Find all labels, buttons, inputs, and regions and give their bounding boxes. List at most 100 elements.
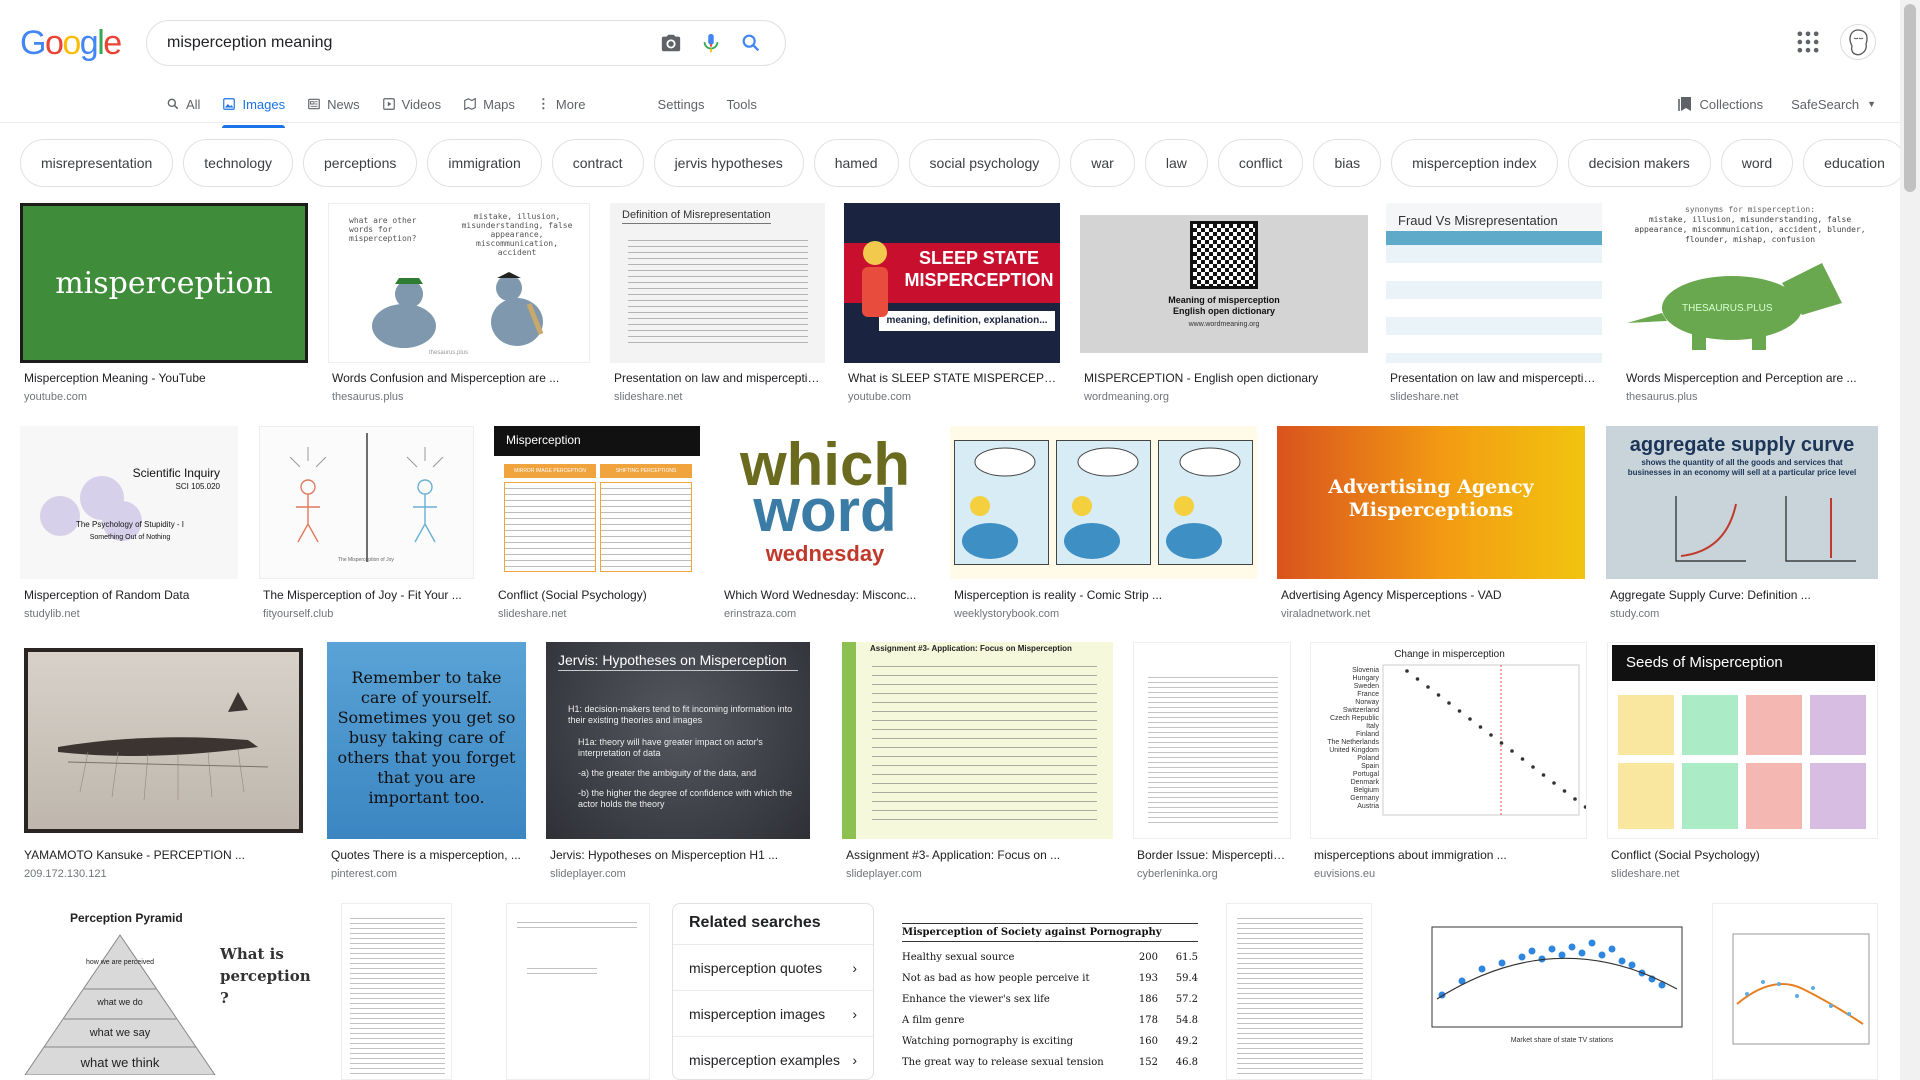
tab-images[interactable]: Images bbox=[222, 86, 285, 128]
camera-icon[interactable] bbox=[651, 23, 691, 63]
apps-grid-icon[interactable] bbox=[1794, 28, 1822, 56]
image-result[interactable]: aggregate supply curve shows the quantit… bbox=[1606, 426, 1878, 622]
filter-chips: misrepresentation technology perceptions… bbox=[20, 139, 1900, 187]
image-result[interactable]: Fraud Vs Misrepresentation Presentation … bbox=[1386, 203, 1602, 403]
chip[interactable]: education bbox=[1803, 139, 1900, 187]
account-avatar[interactable] bbox=[1840, 24, 1876, 60]
country-dot bbox=[1541, 773, 1546, 777]
image-result[interactable]: which word wednesday Which Word Wednesda… bbox=[720, 426, 930, 622]
image-result[interactable] bbox=[1226, 903, 1372, 1080]
country-dot bbox=[1447, 701, 1451, 705]
related-search-item[interactable]: misperception images › bbox=[673, 990, 873, 1036]
image-result[interactable]: Definition of Misrepresentation Presenta… bbox=[610, 203, 825, 403]
settings-link[interactable]: Settings bbox=[658, 86, 705, 122]
image-result[interactable]: Market share of state TV stations bbox=[1392, 903, 1692, 1080]
related-search-item[interactable]: misperception quotes › bbox=[673, 944, 873, 990]
search-box bbox=[146, 20, 786, 66]
result-source: slideshare.net bbox=[614, 391, 683, 403]
chip[interactable]: word bbox=[1720, 139, 1794, 187]
result-source: cyberleninka.org bbox=[1137, 868, 1218, 880]
scrollbar-thumb[interactable] bbox=[1904, 4, 1916, 192]
scatter-point bbox=[1568, 943, 1576, 951]
tab-label: More bbox=[555, 96, 586, 112]
chip[interactable]: perceptions bbox=[303, 139, 418, 187]
image-result[interactable]: Seeds of Misperception Conflict (Social … bbox=[1607, 642, 1878, 882]
result-caption: Conflict (Social Psychology) bbox=[1611, 848, 1760, 862]
image-result[interactable]: Misperception MIRROR IMAGE PERCEPTION SH… bbox=[494, 426, 700, 622]
image-result[interactable]: Meaning of misperception English open di… bbox=[1080, 203, 1368, 403]
image-result[interactable]: Change in misperception Slovenia Hungary S… bbox=[1310, 642, 1587, 882]
thumbnail-text: What is perception ? bbox=[220, 945, 311, 1007]
image-result[interactable]: Advertising Agency Misperceptions Advert… bbox=[1277, 426, 1585, 622]
chip[interactable]: misrepresentation bbox=[20, 139, 174, 187]
image-result[interactable]: SLEEP STATE MISPERCEPTION meaning, defin… bbox=[844, 203, 1060, 403]
search-icon[interactable] bbox=[731, 23, 771, 63]
colored-box bbox=[1682, 695, 1738, 755]
tab-videos[interactable]: Videos bbox=[382, 86, 442, 122]
collections-button[interactable]: Collections bbox=[1677, 96, 1763, 112]
chip[interactable]: technology bbox=[183, 139, 293, 187]
image-result[interactable]: Jervis: Hypotheses on Misperception H1: … bbox=[546, 642, 810, 882]
table-cell: 46.8 bbox=[1175, 1057, 1198, 1068]
safesearch-dropdown[interactable]: SafeSearch ▼ bbox=[1791, 97, 1876, 112]
search-input[interactable] bbox=[167, 34, 651, 52]
thumbnail-text: Seeds of Misperception bbox=[1612, 645, 1875, 681]
chip[interactable]: social psychology bbox=[908, 139, 1061, 187]
scatter-chart bbox=[1431, 926, 1683, 1028]
pyramid-level: what we say bbox=[89, 1027, 151, 1039]
image-result[interactable]: Misperception of Society against Pornogr… bbox=[894, 903, 1206, 1080]
thumbnail-text: MIRROR IMAGE PERCEPTION bbox=[504, 464, 596, 478]
chip[interactable]: hamed bbox=[813, 139, 899, 187]
result-thumbnail: aggregate supply curve shows the quantit… bbox=[1606, 426, 1878, 579]
tab-news[interactable]: News bbox=[307, 86, 360, 122]
image-result[interactable]: YAMAMOTO Kansuke - PERCEPTION ... 209.17… bbox=[20, 642, 307, 882]
result-thumbnail: SLEEP STATE MISPERCEPTION meaning, defin… bbox=[844, 203, 1060, 363]
image-result[interactable]: Scientific Inquiry SCI 105.020 The Psych… bbox=[20, 426, 238, 622]
chip[interactable]: jervis hypotheses bbox=[653, 139, 804, 187]
tab-more[interactable]: ⋮ More bbox=[537, 86, 586, 122]
image-result[interactable] bbox=[506, 903, 650, 1080]
chip[interactable]: bias bbox=[1313, 139, 1382, 187]
image-result[interactable]: Remember to take care of yourself. Somet… bbox=[327, 642, 526, 882]
image-result[interactable]: The Misperception of Joy The Mispercepti… bbox=[259, 426, 474, 622]
image-result[interactable]: misperception Misperception Meaning - Yo… bbox=[20, 203, 308, 403]
image-result[interactable]: what are other words for misperception? … bbox=[328, 203, 590, 403]
result-thumbnail: Misperception of Society against Pornogr… bbox=[894, 903, 1206, 1080]
microphone-icon[interactable] bbox=[691, 23, 731, 63]
table-cell: 152 bbox=[1138, 1057, 1158, 1068]
image-result[interactable] bbox=[341, 903, 452, 1080]
chip[interactable]: conflict bbox=[1217, 139, 1304, 187]
tab-label: Videos bbox=[401, 96, 442, 112]
chip[interactable]: decision makers bbox=[1567, 139, 1711, 187]
image-result[interactable]: synonyms for misperception: mistake, ill… bbox=[1622, 203, 1878, 403]
image-result[interactable]: Perception Pyramid What is perception ? … bbox=[20, 903, 321, 1080]
image-result[interactable]: Border Issue: Misperception ... cyberlen… bbox=[1133, 642, 1291, 882]
thumbnail-text: Scientific Inquiry bbox=[132, 466, 220, 480]
result-thumbnail: Definition of Misrepresentation bbox=[610, 203, 825, 363]
chip[interactable]: contract bbox=[551, 139, 644, 187]
country-dot bbox=[1405, 669, 1409, 673]
result-thumbnail: what are other words for misperception? … bbox=[328, 203, 590, 363]
chip[interactable]: law bbox=[1144, 139, 1208, 187]
google-logo[interactable]: Google bbox=[20, 24, 122, 63]
table-cell: 178 bbox=[1138, 1015, 1158, 1026]
table-cell: The great way to release sexual tension bbox=[902, 1057, 1104, 1068]
result-thumbnail bbox=[341, 903, 452, 1080]
image-result[interactable]: Assignment #3- Application: Focus on Mis… bbox=[842, 642, 1113, 882]
tab-all[interactable]: All bbox=[166, 86, 200, 122]
tools-label: Tools bbox=[726, 96, 757, 112]
page-scrollbar[interactable] bbox=[1900, 0, 1920, 1080]
chip[interactable]: war bbox=[1070, 139, 1135, 187]
tab-maps[interactable]: Maps bbox=[463, 86, 515, 122]
result-thumbnail: misperception bbox=[20, 203, 308, 363]
result-thumbnail: Scientific Inquiry SCI 105.020 The Psych… bbox=[20, 426, 238, 579]
country-dot bbox=[1573, 797, 1577, 801]
chip[interactable]: misperception index bbox=[1391, 139, 1558, 187]
chip[interactable]: immigration bbox=[427, 139, 542, 187]
image-result[interactable]: Misperception is reality - Comic Strip .… bbox=[950, 426, 1257, 622]
thumbnail-text: Meaning of misperception English open di… bbox=[1168, 295, 1280, 316]
related-search-item[interactable]: misperception examples › bbox=[673, 1036, 873, 1079]
image-result[interactable] bbox=[1712, 903, 1878, 1080]
result-caption: Jervis: Hypotheses on Misperception H1 .… bbox=[550, 848, 779, 862]
tools-link[interactable]: Tools bbox=[727, 86, 757, 122]
